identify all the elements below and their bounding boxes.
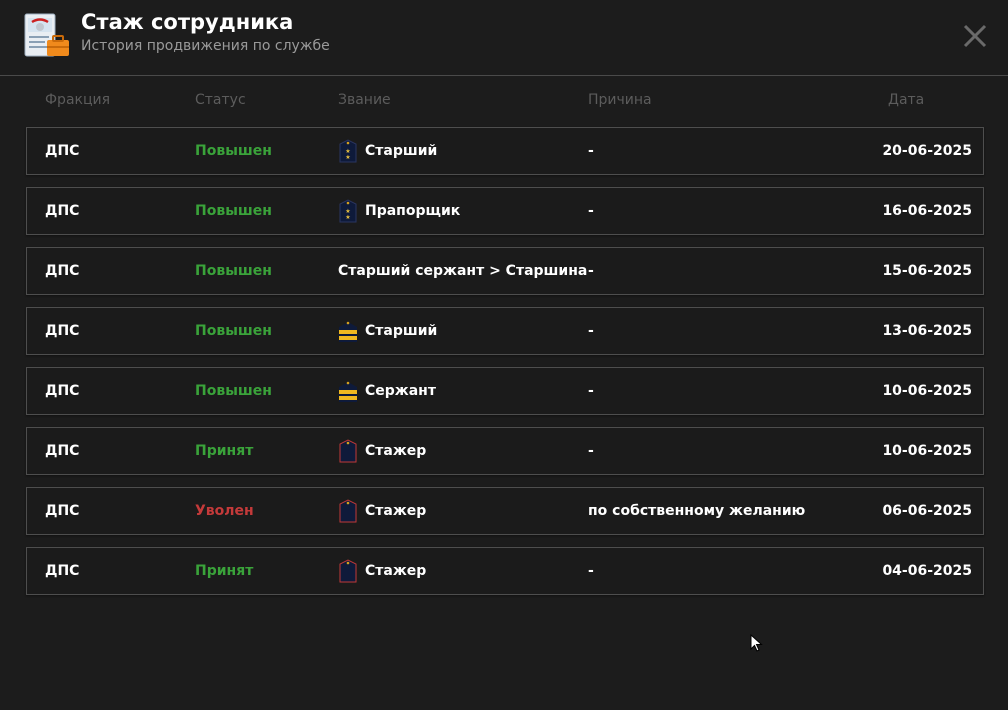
row-date: 10-06-2025 bbox=[882, 443, 972, 459]
epaulet-two-stars-icon: ★ ★ bbox=[338, 199, 358, 223]
row-reason: - bbox=[588, 443, 594, 459]
svg-text:★: ★ bbox=[345, 154, 350, 161]
row-rank: Стажер bbox=[338, 488, 426, 534]
page-title: Стаж сотрудника bbox=[81, 10, 294, 34]
row-date: 06-06-2025 bbox=[882, 503, 972, 519]
row-status: Принят bbox=[195, 443, 254, 459]
svg-text:★: ★ bbox=[345, 214, 350, 221]
row-status: Повышен bbox=[195, 143, 272, 159]
epaulet-plain-icon bbox=[338, 559, 358, 583]
row-rank-label: Сержант bbox=[365, 383, 436, 399]
row-status: Уволен bbox=[195, 503, 254, 519]
epaulet-two-stars-icon: ★ ★ bbox=[338, 139, 358, 163]
row-date: 04-06-2025 bbox=[882, 563, 972, 579]
row-faction: ДПС bbox=[45, 383, 80, 399]
row-rank: Стажер bbox=[338, 428, 426, 474]
table-row: ДПС Повышен Старший сержант > Старшина -… bbox=[26, 247, 984, 295]
row-date: 13-06-2025 bbox=[882, 323, 972, 339]
row-rank-label: Старший сержант > Старшина bbox=[338, 263, 588, 279]
page-subtitle: История продвижения по службе bbox=[81, 38, 330, 54]
row-rank-label: Стажер bbox=[365, 443, 427, 459]
close-button[interactable] bbox=[961, 22, 989, 50]
column-header-reason: Причина bbox=[588, 92, 652, 108]
row-faction: ДПС bbox=[45, 503, 80, 519]
table-row: ДПС Повышен Старший - 13-06-2025 bbox=[26, 307, 984, 355]
row-faction: ДПС bbox=[45, 143, 80, 159]
row-reason: - bbox=[588, 143, 594, 159]
row-date: 16-06-2025 bbox=[882, 203, 972, 219]
column-header-faction: Фракция bbox=[45, 92, 111, 108]
table-row: ДПС Повышен ★ ★ Прапорщик - 16-06-2025 bbox=[26, 187, 984, 235]
row-reason: - bbox=[588, 203, 594, 219]
header: Стаж сотрудника История продвижения по с… bbox=[0, 0, 1008, 76]
row-reason: - bbox=[588, 563, 594, 579]
row-rank: Старший сержант > Старшина bbox=[338, 248, 587, 294]
row-date: 20-06-2025 bbox=[882, 143, 972, 159]
row-faction: ДПС bbox=[45, 563, 80, 579]
row-status: Принят bbox=[195, 563, 254, 579]
row-rank-label: Стажер bbox=[365, 503, 427, 519]
row-faction: ДПС bbox=[45, 263, 80, 279]
row-reason: по собственному желанию bbox=[588, 503, 806, 519]
epaulet-stripes-icon bbox=[338, 379, 358, 403]
row-rank: ★ ★ Старший bbox=[338, 128, 437, 174]
row-rank: ★ ★ Прапорщик bbox=[338, 188, 460, 234]
column-header-date: Дата bbox=[888, 92, 925, 108]
table-row: ДПС Принят Стажер - 10-06-2025 bbox=[26, 427, 984, 475]
row-reason: - bbox=[588, 383, 594, 399]
close-icon bbox=[963, 24, 987, 48]
row-rank-label: Старший bbox=[365, 323, 438, 339]
row-status: Повышен bbox=[195, 263, 272, 279]
column-header-status: Статус bbox=[195, 92, 246, 108]
row-rank-label: Стажер bbox=[365, 563, 427, 579]
row-faction: ДПС bbox=[45, 323, 80, 339]
epaulet-plain-icon bbox=[338, 439, 358, 463]
row-faction: ДПС bbox=[45, 203, 80, 219]
table-row: ДПС Уволен Стажер по собственному желани… bbox=[26, 487, 984, 535]
column-headers: Фракция Статус Звание Причина Дата bbox=[0, 92, 1008, 112]
table-row: ДПС Повышен ★ ★ Старший - 20-06-2025 bbox=[26, 127, 984, 175]
row-rank: Сержант bbox=[338, 368, 436, 414]
row-rank-label: Старший bbox=[365, 143, 438, 159]
column-header-rank: Звание bbox=[338, 92, 391, 108]
row-reason: - bbox=[588, 323, 594, 339]
table-row: ДПС Принят Стажер - 04-06-2025 bbox=[26, 547, 984, 595]
row-rank-label: Прапорщик bbox=[365, 203, 461, 219]
row-rank: Старший bbox=[338, 308, 437, 354]
row-faction: ДПС bbox=[45, 443, 80, 459]
row-status: Повышен bbox=[195, 203, 272, 219]
history-list: ДПС Повышен ★ ★ Старший - 20-06-2025 ДПС … bbox=[26, 127, 984, 607]
table-row: ДПС Повышен Сержант - 10-06-2025 bbox=[26, 367, 984, 415]
row-rank: Стажер bbox=[338, 548, 426, 594]
row-date: 15-06-2025 bbox=[882, 263, 972, 279]
epaulet-plain-icon bbox=[338, 499, 358, 523]
epaulet-stripes-icon bbox=[338, 319, 358, 343]
row-reason: - bbox=[588, 263, 594, 279]
row-status: Повышен bbox=[195, 323, 272, 339]
mouse-cursor-icon bbox=[750, 633, 764, 652]
document-briefcase-icon bbox=[23, 13, 71, 59]
row-status: Повышен bbox=[195, 383, 272, 399]
row-date: 10-06-2025 bbox=[882, 383, 972, 399]
